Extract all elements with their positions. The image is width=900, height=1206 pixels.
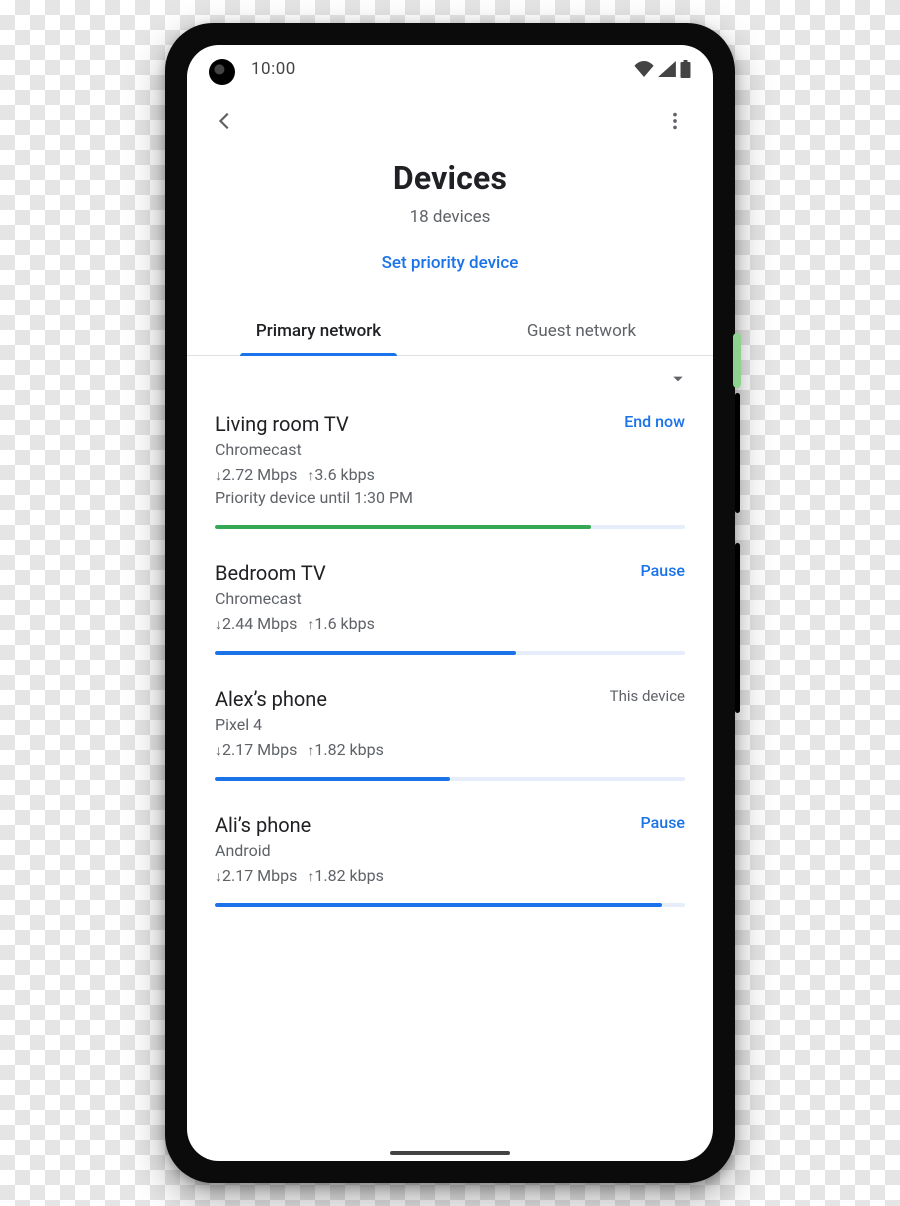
back-button[interactable] [209, 105, 241, 137]
upload-speed: ↑1.6 kbps [307, 614, 375, 633]
device-name: Bedroom TV [215, 561, 375, 585]
page-subtitle: 18 devices [187, 207, 713, 227]
usage-bar-fill [215, 651, 516, 655]
down-arrow-icon: ↓ [215, 469, 222, 483]
device-action[interactable]: Pause [641, 813, 685, 832]
download-speed: ↓2.72 Mbps [215, 465, 297, 484]
device-action[interactable]: End now [624, 412, 685, 431]
phone-frame: 10:00 Devices 18 devices Set priority de… [165, 23, 735, 1183]
more-vert-icon [664, 110, 686, 132]
usage-bar [215, 525, 685, 529]
wifi-icon [634, 61, 654, 77]
device-name: Ali’s phone [215, 813, 384, 837]
assistant-button [733, 333, 741, 388]
set-priority-link[interactable]: Set priority device [382, 253, 519, 273]
battery-icon [680, 60, 691, 78]
device-speeds: ↓2.17 Mbps ↑1.82 kbps [215, 740, 384, 759]
upload-speed: ↑1.82 kbps [307, 740, 384, 759]
chevron-down-icon [671, 372, 685, 386]
camera-hole [209, 59, 235, 85]
download-speed: ↓2.44 Mbps [215, 614, 297, 633]
usage-bar-fill [215, 777, 450, 781]
device-action: This device [610, 687, 685, 705]
device-type: Android [215, 841, 384, 860]
down-arrow-icon: ↓ [215, 870, 222, 884]
upload-speed: ↑1.82 kbps [307, 866, 384, 885]
home-indicator[interactable] [390, 1151, 510, 1155]
usage-bar-fill [215, 903, 662, 907]
download-speed: ↓2.17 Mbps [215, 740, 297, 759]
device-row[interactable]: Bedroom TV Chromecast ↓2.44 Mbps ↑1.6 kb… [215, 547, 685, 673]
device-action[interactable]: Pause [641, 561, 685, 580]
cellular-icon [658, 61, 676, 77]
status-time: 10:00 [251, 59, 296, 79]
device-note: Priority device until 1:30 PM [215, 488, 413, 507]
status-bar: 10:00 [187, 45, 713, 93]
device-name: Alex’s phone [215, 687, 384, 711]
chevron-left-icon [214, 110, 236, 132]
usage-bar-fill [215, 525, 591, 529]
device-type: Chromecast [215, 440, 413, 459]
status-icons [634, 60, 691, 78]
tab-primary-network[interactable]: Primary network [187, 307, 450, 355]
page-title: Devices [187, 159, 713, 197]
volume-button [735, 393, 740, 513]
down-arrow-icon: ↓ [215, 618, 222, 632]
device-speeds: ↓2.44 Mbps ↑1.6 kbps [215, 614, 375, 633]
upload-speed: ↑3.6 kbps [307, 465, 375, 484]
usage-bar [215, 777, 685, 781]
device-speeds: ↓2.17 Mbps ↑1.82 kbps [215, 866, 384, 885]
app-bar [187, 93, 713, 149]
device-row[interactable]: Alex’s phone Pixel 4 ↓2.17 Mbps ↑1.82 kb… [215, 673, 685, 799]
network-tabs: Primary network Guest network [187, 307, 713, 356]
download-speed: ↓2.17 Mbps [215, 866, 297, 885]
usage-bar [215, 651, 685, 655]
down-arrow-icon: ↓ [215, 744, 222, 758]
device-row[interactable]: Living room TV Chromecast ↓2.72 Mbps ↑3.… [215, 398, 685, 547]
tab-guest-network[interactable]: Guest network [450, 307, 713, 355]
power-button [735, 543, 740, 713]
device-list[interactable]: Living room TV Chromecast ↓2.72 Mbps ↑3.… [187, 390, 713, 1161]
more-button[interactable] [659, 105, 691, 137]
device-type: Pixel 4 [215, 715, 384, 734]
device-row[interactable]: Ali’s phone Android ↓2.17 Mbps ↑1.82 kbp… [215, 799, 685, 925]
device-speeds: ↓2.72 Mbps ↑3.6 kbps [215, 465, 413, 484]
screen: 10:00 Devices 18 devices Set priority de… [187, 45, 713, 1161]
device-type: Chromecast [215, 589, 375, 608]
device-name: Living room TV [215, 412, 413, 436]
section-collapse[interactable] [187, 356, 713, 390]
usage-bar [215, 903, 685, 907]
title-zone: Devices 18 devices Set priority device [187, 149, 713, 279]
